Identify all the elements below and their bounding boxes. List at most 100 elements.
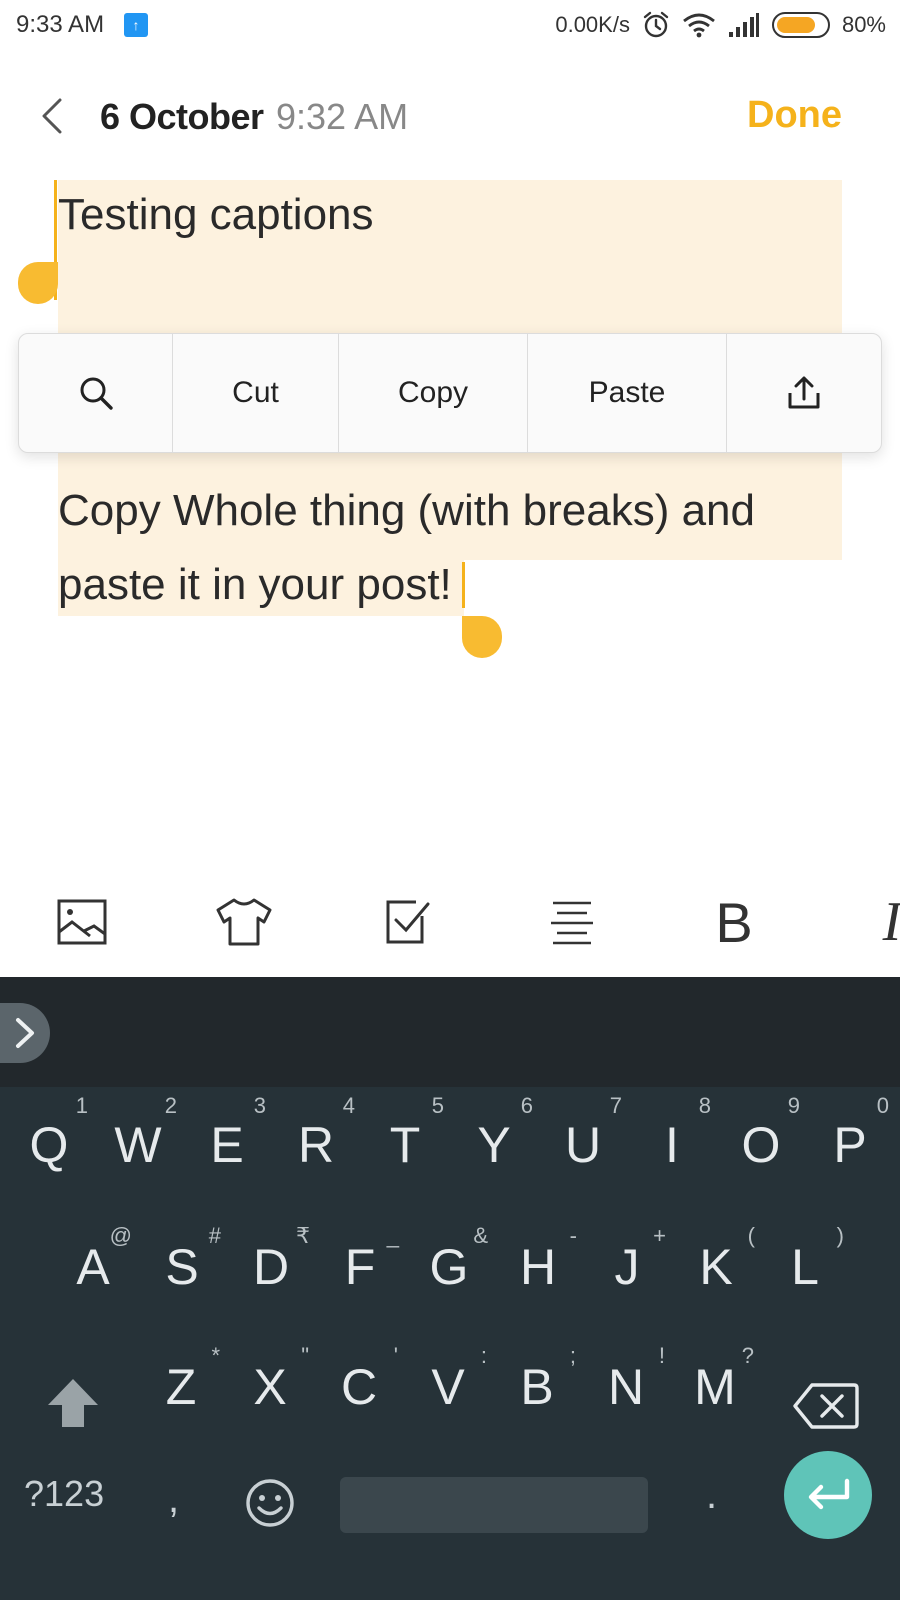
expand-suggestions-button[interactable] xyxy=(0,1003,50,1063)
upload-arrow-icon: ↑ xyxy=(124,13,148,37)
status-icons: 0.00K/s 80% xyxy=(555,11,886,39)
key-l[interactable]: L) xyxy=(762,1209,848,1325)
key-k[interactable]: K( xyxy=(673,1209,759,1325)
text-selection-menu: Cut Copy Paste xyxy=(18,333,882,453)
note-line: paste it in your post! xyxy=(58,560,452,609)
key-label: P xyxy=(833,1117,867,1173)
cut-button[interactable]: Cut xyxy=(173,334,339,452)
backspace-key[interactable] xyxy=(792,1381,860,1431)
chevron-right-icon xyxy=(16,1018,34,1048)
key-label: A xyxy=(76,1239,110,1295)
align-button[interactable] xyxy=(542,892,602,952)
key-c[interactable]: C ' xyxy=(316,1329,402,1445)
key-label: L xyxy=(791,1239,819,1295)
done-button[interactable]: Done xyxy=(747,94,842,137)
key-a[interactable]: A @ xyxy=(50,1209,136,1325)
key-label: U xyxy=(564,1117,602,1173)
backspace-icon xyxy=(793,1383,859,1429)
symbols-key[interactable]: ?123 xyxy=(24,1473,104,1515)
status-time: 9:33 AM xyxy=(16,11,105,38)
signal-icon xyxy=(728,13,759,37)
key-g[interactable]: G & xyxy=(406,1209,492,1325)
smiley-icon xyxy=(246,1479,294,1527)
key-w[interactable]: W2 xyxy=(95,1087,181,1203)
key-label: F xyxy=(344,1239,376,1295)
key-h[interactable]: H- xyxy=(495,1209,581,1325)
key-hint: 3 xyxy=(253,1093,266,1118)
key-u[interactable]: U7 xyxy=(540,1087,626,1203)
key-hint: _ xyxy=(386,1223,399,1248)
key-hint: 9 xyxy=(787,1093,800,1118)
key-hint: " xyxy=(301,1343,309,1368)
key-f[interactable]: F _ xyxy=(317,1209,403,1325)
checkbox-icon xyxy=(386,900,430,944)
key-label: X xyxy=(253,1359,287,1415)
note-editor[interactable]: Testing captions Copy Whole thing (with … xyxy=(0,180,900,860)
key-hint: ) xyxy=(836,1223,844,1248)
selection-end-caret xyxy=(462,562,465,608)
key-q[interactable]: Q1 xyxy=(6,1087,92,1203)
key-m[interactable]: M? xyxy=(672,1329,758,1445)
key-hint: ? xyxy=(741,1343,754,1368)
key-v[interactable]: V: xyxy=(405,1329,491,1445)
key-i[interactable]: I8 xyxy=(629,1087,715,1203)
key-label: S xyxy=(165,1239,199,1295)
chevron-left-icon[interactable] xyxy=(36,94,72,138)
paste-button[interactable]: Paste xyxy=(528,334,727,452)
selection-end-handle[interactable] xyxy=(462,616,502,658)
key-hint: & xyxy=(473,1223,488,1248)
share-icon xyxy=(788,376,820,409)
space-key[interactable] xyxy=(340,1477,648,1533)
key-label: G xyxy=(429,1239,469,1295)
key-hint: 4 xyxy=(342,1093,355,1118)
key-t[interactable]: T5 xyxy=(362,1087,448,1203)
key-label: K xyxy=(699,1239,733,1295)
image-icon xyxy=(57,899,107,945)
enter-key[interactable] xyxy=(784,1451,872,1539)
key-n[interactable]: N! xyxy=(583,1329,669,1445)
key-z[interactable]: Z * xyxy=(138,1329,224,1445)
status-bar: 9:33 AM ↑ 0.00K/s 80% xyxy=(0,0,900,50)
period-key[interactable]: . xyxy=(706,1473,717,1518)
copy-button[interactable]: Copy xyxy=(339,334,528,452)
key-x[interactable]: X " xyxy=(227,1329,313,1445)
insert-image-button[interactable] xyxy=(52,892,112,952)
key-label: W xyxy=(114,1117,162,1173)
key-label: C xyxy=(340,1359,378,1415)
key-e[interactable]: E3 xyxy=(184,1087,270,1203)
bold-button[interactable]: B xyxy=(704,891,764,954)
key-label: E xyxy=(210,1117,244,1173)
note-line: Testing captions xyxy=(58,190,374,239)
key-r[interactable]: R4 xyxy=(273,1087,359,1203)
key-s[interactable]: S # xyxy=(139,1209,225,1325)
key-p[interactable]: P0 xyxy=(807,1087,893,1203)
key-label: J xyxy=(614,1239,640,1295)
checklist-button[interactable] xyxy=(378,892,438,952)
key-hint: : xyxy=(480,1343,487,1368)
soft-keyboard: Q1W2E3R4T5Y6U7I8O9P0 A @ S # D ₹ F _ G & H - J + K(L) … xyxy=(0,977,900,1600)
key-hint: ( xyxy=(747,1223,755,1248)
key-hint: ₹ xyxy=(296,1223,310,1248)
emoji-key[interactable] xyxy=(244,1477,296,1529)
selection-start-handle[interactable] xyxy=(18,262,58,304)
key-o[interactable]: O9 xyxy=(718,1087,804,1203)
note-header: 6 October 9:32 AM Done xyxy=(0,80,900,152)
enter-icon xyxy=(808,1478,850,1510)
battery-icon xyxy=(771,12,830,38)
share-button[interactable] xyxy=(727,334,881,452)
key-label: B xyxy=(520,1359,554,1415)
key-hint: 6 xyxy=(520,1093,533,1118)
key-hint: ; xyxy=(569,1343,576,1368)
search-button[interactable] xyxy=(19,334,173,452)
key-label: H xyxy=(519,1239,557,1295)
shift-key[interactable] xyxy=(44,1375,102,1431)
italic-button[interactable]: I xyxy=(862,891,900,953)
key-d[interactable]: D ₹ xyxy=(228,1209,314,1325)
comma-key[interactable]: , xyxy=(168,1477,179,1522)
key-b[interactable]: B; xyxy=(494,1329,580,1445)
key-hint: + xyxy=(653,1223,666,1248)
key-y[interactable]: Y6 xyxy=(451,1087,537,1203)
theme-button[interactable] xyxy=(214,892,274,952)
key-hint: 0 xyxy=(876,1093,889,1118)
key-j[interactable]: J + xyxy=(584,1209,670,1325)
